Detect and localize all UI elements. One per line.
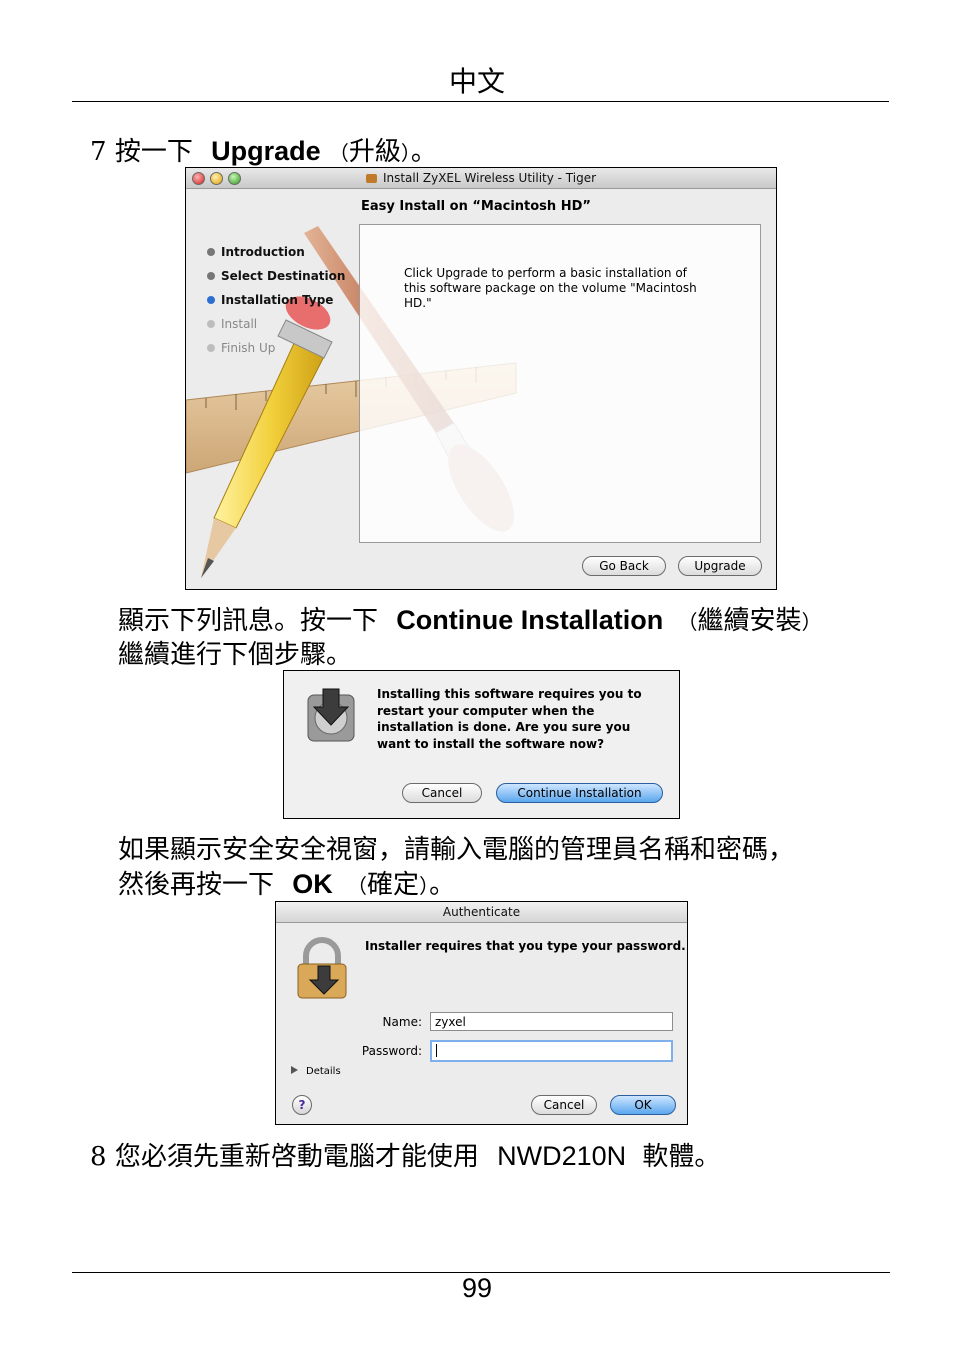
step-current-icon (207, 296, 215, 304)
disclosure-triangle-icon (291, 1066, 298, 1074)
installer-body-text: Click Upgrade to perform a basic install… (404, 266, 697, 310)
page-number: 99 (461, 1273, 493, 1303)
step7-line: 7 按一下 Upgrade （升級）。 (90, 134, 437, 170)
installer-package-icon (365, 174, 377, 183)
step8-line: 8 您必須先重新啓動電腦才能使用 NWD210N 軟體。 (90, 1139, 720, 1174)
password-label: Password: (361, 1044, 422, 1058)
step7-number: 7 (90, 137, 107, 167)
para2-prefix: 顯示下列訊息。按一下 (118, 606, 379, 636)
para3-action: OK (292, 869, 333, 899)
auth-cancel-button[interactable]: Cancel (531, 1095, 597, 1115)
installer-titlebar: Install ZyXEL Wireless Utility - Tiger (186, 168, 776, 189)
para3-period: 。 (429, 870, 456, 900)
password-field[interactable] (430, 1040, 673, 1062)
ok-button[interactable]: OK (610, 1095, 676, 1115)
go-back-button[interactable]: Go Back (582, 556, 666, 576)
authenticate-dialog: Authenticate Installer requires that you… (275, 901, 688, 1125)
step7-action-zh: 升級 (348, 137, 401, 167)
step-install: Install (207, 317, 257, 331)
para2-paren-close: ） (801, 610, 822, 634)
step-introduction: Introduction (207, 245, 305, 259)
step7-prefix: 按一下 (114, 137, 193, 167)
name-label: Name: (382, 1015, 422, 1029)
minimize-window-button[interactable] (210, 172, 223, 185)
para3-prefix: 然後再按一下 (118, 870, 275, 900)
step8-number: 8 (90, 1142, 107, 1172)
para2-line1: 顯示下列訊息。按一下 Continue Installation （繼續安裝） (118, 603, 822, 639)
restart-dialog: Installing this software requires you to… (283, 670, 680, 819)
step-finish-up: Finish Up (207, 341, 275, 355)
step-pending-icon (207, 320, 215, 328)
step-select-destination: Select Destination (207, 269, 345, 283)
details-disclosure[interactable]: Details (291, 1066, 341, 1077)
page-header-language: 中文 (448, 65, 505, 98)
step8-product: NWD210N (497, 1141, 627, 1171)
restart-message: Installing this software requires you to… (377, 687, 642, 751)
lock-icon (297, 937, 347, 999)
name-field[interactable]: zyxel (430, 1012, 673, 1031)
close-window-button[interactable] (192, 172, 205, 185)
para2-paren-open: （ (677, 610, 698, 634)
step-installation-type: Installation Type (207, 293, 333, 307)
installer-heading: Easy Install on “Macintosh HD” (361, 199, 591, 214)
authenticate-message: Installer requires that you type your pa… (365, 939, 686, 953)
step8-suffix: 軟體。 (642, 1142, 721, 1172)
authenticate-title: Authenticate (442, 905, 521, 919)
para3-paren-close: ） (419, 874, 430, 898)
text-cursor (436, 1044, 437, 1057)
para3-action-zh: 確定 (367, 870, 420, 900)
para2-action-zh: 繼續安裝 (697, 606, 802, 636)
header-rule (72, 101, 889, 102)
help-icon[interactable]: ? (292, 1095, 312, 1115)
step8-text: 您必須先重新啓動電腦才能使用 (114, 1142, 479, 1172)
step7-period: 。 (410, 137, 437, 167)
para3-paren-open: （ (347, 874, 368, 898)
details-label: Details (306, 1066, 341, 1077)
step7-action: Upgrade (211, 136, 321, 166)
upgrade-button[interactable]: Upgrade (678, 556, 762, 576)
authenticate-titlebar: Authenticate (276, 902, 687, 923)
installer-window: Install ZyXEL Wireless Utility - Tiger E… (185, 167, 777, 590)
para2-action: Continue Installation (396, 605, 664, 635)
para2-line2: 繼續進行下個步驟。 (118, 640, 353, 670)
installer-disk-icon (307, 688, 355, 742)
step7-paren-open: （ (328, 141, 349, 165)
step-done-icon (207, 272, 215, 280)
para3-line2: 然後再按一下 OK （確定）。 (118, 867, 455, 903)
zoom-window-button[interactable] (228, 172, 241, 185)
installer-window-title: Install ZyXEL Wireless Utility - Tiger (382, 171, 597, 185)
continue-installation-button[interactable]: Continue Installation (496, 783, 663, 803)
step-done-icon (207, 248, 215, 256)
restart-cancel-button[interactable]: Cancel (402, 783, 482, 803)
step-pending-icon (207, 344, 215, 352)
para3-line1: 如果顯示安全安全視窗，請輸入電腦的管理員名稱和密碼， (118, 835, 795, 865)
step7-paren-close: ） (400, 141, 411, 165)
installer-content-pane: Click Upgrade to perform a basic install… (359, 224, 761, 543)
